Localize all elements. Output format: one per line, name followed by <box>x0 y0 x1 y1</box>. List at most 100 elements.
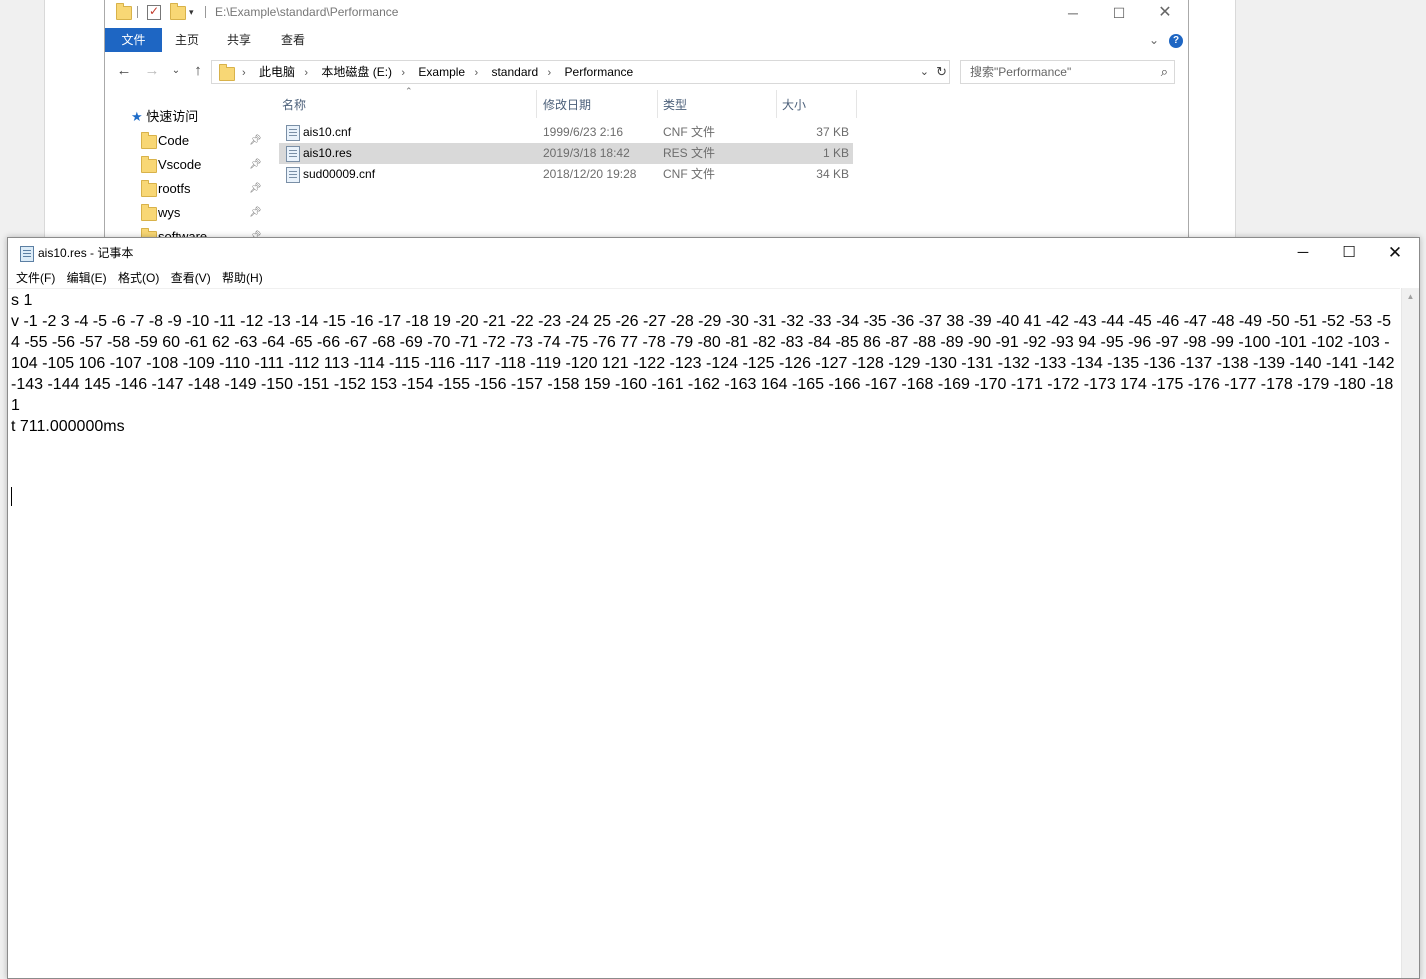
folder-icon <box>115 3 132 20</box>
sidebar-item-label: wys <box>158 205 181 220</box>
new-folder-icon[interactable] <box>169 3 186 20</box>
folder-icon <box>141 156 157 173</box>
file-size: 34 KB <box>816 167 849 181</box>
menu-view[interactable]: 查看(V) <box>165 268 217 288</box>
explorer-titlebar: ▾ E:\Example\standard\Performance ─ ☐ ✕ <box>105 0 1188 26</box>
sidebar-item-vscode[interactable]: Vscode 📌︎ <box>139 154 289 176</box>
quick-access-label: 快速访问 <box>146 109 199 124</box>
help-icon[interactable]: ? <box>1169 34 1183 48</box>
file-name: ais10.res <box>303 146 352 160</box>
file-size: 1 KB <box>822 146 849 160</box>
menu-bar: 文件(F) 编辑(E) 格式(O) 查看(V) 帮助(H) <box>8 268 1419 288</box>
tab-share[interactable]: 共享 <box>215 28 263 52</box>
column-header-type[interactable]: 类型 <box>663 96 687 114</box>
back-arrow-icon[interactable]: ← <box>115 61 133 81</box>
pin-icon[interactable]: 📌︎ <box>249 178 262 200</box>
ribbon-tabs: 文件 主页 共享 查看 ⌄ ? <box>105 28 1188 52</box>
window-title: ais10.res - 记事本 <box>38 246 134 260</box>
search-box[interactable]: 搜索"Performance" ⌕ <box>960 60 1175 84</box>
tab-home[interactable]: 主页 <box>163 28 211 52</box>
document-icon <box>286 167 300 183</box>
breadcrumb-local-disk[interactable]: 本地磁盘 (E:) <box>321 61 392 83</box>
navigation-bar: ← → ⌄ ↑ › 此电脑 › 本地磁盘 (E:) › Example › st… <box>105 58 1188 84</box>
file-date: 1999/6/23 2:16 <box>543 125 624 139</box>
quick-access-item[interactable]: ★ 快速访问 <box>131 106 198 128</box>
minimize-button[interactable]: ─ <box>1050 0 1096 26</box>
file-list: ⌃ 名称 修改日期 类型 大小 ais10.cnf 1999/6/23 2:16… <box>279 86 879 236</box>
pin-icon[interactable]: 📌︎ <box>249 154 262 176</box>
column-divider[interactable] <box>856 90 857 118</box>
text-editor[interactable]: s 1 v -1 -2 3 -4 -5 -6 -7 -8 -9 -10 -11 … <box>8 288 1400 979</box>
search-input[interactable]: 搜索"Performance" <box>970 61 1071 83</box>
maximize-button[interactable]: ☐ <box>1096 0 1142 26</box>
forward-arrow-icon[interactable]: → <box>143 61 161 81</box>
editor-content[interactable]: s 1 v -1 -2 3 -4 -5 -6 -7 -8 -9 -10 -11 … <box>11 290 1397 437</box>
chevron-right-icon[interactable]: › <box>548 62 552 84</box>
chevron-right-icon[interactable]: › <box>401 62 405 84</box>
breadcrumb: › 此电脑 › 本地磁盘 (E:) › Example › standard ›… <box>242 61 639 83</box>
pin-icon[interactable]: 📌︎ <box>249 130 262 152</box>
file-row[interactable]: ais10.cnf 1999/6/23 2:16 CNF 文件 37 KB <box>279 122 853 143</box>
maximize-button[interactable]: ☐ <box>1326 238 1372 268</box>
breadcrumb-this-pc[interactable]: 此电脑 <box>259 61 295 83</box>
search-icon: ⌕ <box>1160 64 1168 79</box>
column-divider[interactable] <box>536 90 537 118</box>
menu-edit[interactable]: 编辑(E) <box>61 268 113 288</box>
breadcrumb-standard[interactable]: standard <box>491 61 538 83</box>
vertical-scrollbar[interactable]: ▲ <box>1401 288 1419 978</box>
sidebar-item-wys[interactable]: wys 📌︎ <box>139 202 289 224</box>
chevron-right-icon: › <box>242 67 246 79</box>
minimize-button[interactable]: ─ <box>1280 238 1326 268</box>
recent-locations-chevron-icon[interactable]: ⌄ <box>167 61 185 81</box>
file-name: ais10.cnf <box>303 125 352 139</box>
file-type: CNF 文件 <box>663 167 715 181</box>
sidebar-item-label: Vscode <box>158 157 202 172</box>
divider <box>137 6 138 18</box>
menu-help[interactable]: 帮助(H) <box>216 268 269 288</box>
chevron-right-icon[interactable]: › <box>304 62 308 84</box>
sidebar-item-rootfs[interactable]: rootfs 📌︎ <box>139 178 289 200</box>
up-arrow-icon[interactable]: ↑ <box>189 61 207 81</box>
refresh-icon[interactable]: ↻ <box>936 61 947 83</box>
sidebar-item-code[interactable]: Code 📌︎ <box>139 130 289 152</box>
sort-ascending-icon: ⌃ <box>405 86 413 96</box>
expand-ribbon-chevron-icon[interactable]: ⌄ <box>1149 28 1159 52</box>
chevron-right-icon[interactable]: › <box>474 62 478 84</box>
close-button[interactable]: ✕ <box>1372 238 1418 268</box>
notepad-titlebar: ais10.res - 记事本 ─ ☐ ✕ <box>8 238 1419 268</box>
customize-toolbar-chevron-icon[interactable]: ▾ <box>189 4 205 20</box>
text-caret <box>11 487 12 506</box>
window-title: E:\Example\standard\Performance <box>215 5 399 19</box>
menu-format[interactable]: 格式(O) <box>112 268 165 288</box>
pin-icon[interactable]: 📌︎ <box>249 202 262 224</box>
document-icon <box>286 146 300 162</box>
column-divider[interactable] <box>657 90 658 118</box>
folder-icon <box>141 132 157 149</box>
folder-icon <box>141 180 157 197</box>
address-dropdown-chevron-icon[interactable]: ⌄ <box>920 61 929 83</box>
navigation-pane: ★ 快速访问 Code 📌︎ Vscode 📌︎ rootfs 📌︎ wys 📌… <box>105 96 265 240</box>
tab-view[interactable]: 查看 <box>269 28 317 52</box>
breadcrumb-example[interactable]: Example <box>418 61 465 83</box>
file-row-selected[interactable]: ais10.res 2019/3/18 18:42 RES 文件 1 KB <box>279 143 853 164</box>
file-row[interactable]: sud00009.cnf 2018/12/20 19:28 CNF 文件 34 … <box>279 164 853 185</box>
sidebar-item-label: rootfs <box>158 181 191 196</box>
file-size: 37 KB <box>816 125 849 139</box>
file-name: sud00009.cnf <box>303 167 376 181</box>
column-divider[interactable] <box>776 90 777 118</box>
tab-file[interactable]: 文件 <box>105 28 162 52</box>
file-type: CNF 文件 <box>663 125 715 139</box>
close-button[interactable]: ✕ <box>1142 0 1188 26</box>
folder-icon <box>219 64 235 81</box>
properties-check-icon[interactable] <box>146 4 162 20</box>
star-icon: ★ <box>131 109 143 124</box>
column-header-size[interactable]: 大小 <box>782 96 806 114</box>
column-header-date[interactable]: 修改日期 <box>543 96 591 114</box>
address-bar[interactable]: › 此电脑 › 本地磁盘 (E:) › Example › standard ›… <box>211 60 950 84</box>
notepad-window: ais10.res - 记事本 ─ ☐ ✕ 文件(F) 编辑(E) 格式(O) … <box>7 237 1420 979</box>
breadcrumb-performance[interactable]: Performance <box>565 61 634 83</box>
menu-file[interactable]: 文件(F) <box>10 268 61 288</box>
sidebar-item-label: Code <box>158 133 190 148</box>
column-header-name[interactable]: 名称 <box>282 96 306 114</box>
scroll-up-arrow-icon[interactable]: ▲ <box>1402 288 1419 305</box>
